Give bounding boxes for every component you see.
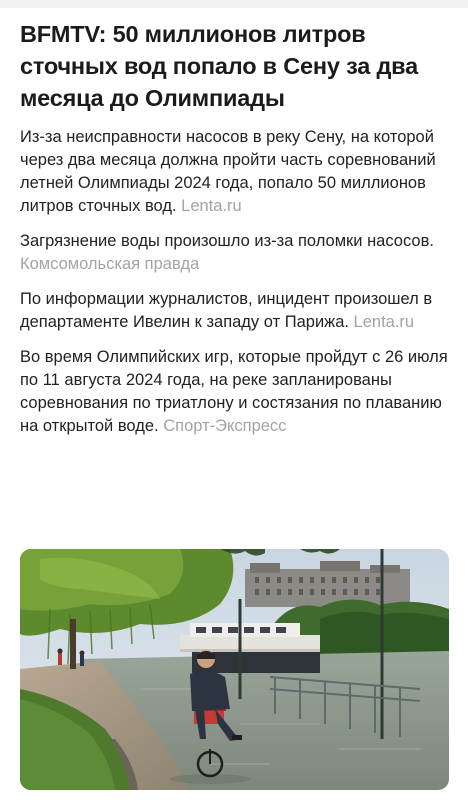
paragraph-4: Во время Олимпийских игр, которые пройду… xyxy=(20,346,450,438)
top-edge xyxy=(0,0,468,8)
paragraph-2-text: Загрязнение воды произошло из-за поломки… xyxy=(20,232,434,250)
article: BFMTV: 50 миллионов литров сточных вод п… xyxy=(20,18,450,438)
source-link-4[interactable]: Спорт-Экспресс xyxy=(163,417,286,435)
source-link-1[interactable]: Lenta.ru xyxy=(181,197,242,215)
photo-buildings xyxy=(245,561,410,607)
source-link-2[interactable]: Комсомольская правда xyxy=(20,255,199,273)
headline: BFMTV: 50 миллионов литров сточных вод п… xyxy=(20,21,418,111)
paragraph-2: Загрязнение воды произошло из-за поломки… xyxy=(20,230,450,276)
article-photo xyxy=(20,549,449,790)
source-link-3[interactable]: Lenta.ru xyxy=(354,313,415,331)
paragraph-1: Из-за неисправности насосов в реку Сену,… xyxy=(20,126,450,218)
paragraph-3: По информации журналистов, инцидент прои… xyxy=(20,288,450,334)
